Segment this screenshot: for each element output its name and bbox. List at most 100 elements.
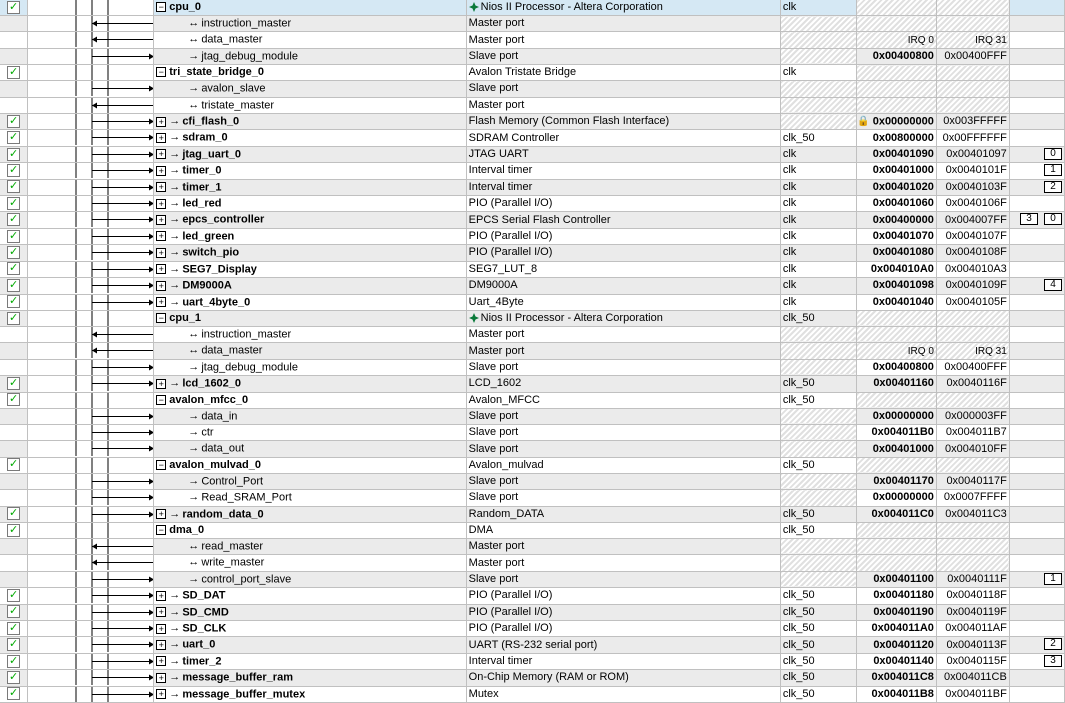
connection-wires[interactable] [28, 571, 154, 587]
module-name[interactable]: −cpu_0 [154, 0, 466, 16]
clock-domain[interactable]: clk_50 [780, 376, 856, 392]
checkbox-icon[interactable]: ✓ [7, 131, 20, 144]
base-address[interactable] [857, 310, 937, 326]
clock-domain[interactable] [780, 555, 856, 571]
checkbox-icon[interactable]: ✓ [7, 295, 20, 308]
base-address[interactable] [857, 0, 937, 16]
irq-cell[interactable] [1009, 588, 1064, 604]
irq-cell[interactable]: 3 [1009, 653, 1064, 669]
enable-checkbox-cell[interactable]: ✓ [0, 212, 28, 228]
module-name[interactable]: ↔ instruction_master [154, 326, 466, 342]
component-row[interactable]: ↔ tristate_masterMaster port [0, 97, 1065, 113]
enable-checkbox-cell[interactable]: ✓ [0, 130, 28, 146]
clock-domain[interactable] [780, 326, 856, 342]
enable-checkbox-cell[interactable]: ✓ [0, 604, 28, 620]
connection-wires[interactable] [28, 48, 154, 64]
component-row[interactable]: → avalon_slaveSlave port [0, 81, 1065, 97]
connection-wires[interactable] [28, 179, 154, 195]
base-address[interactable]: 0x004011C0 [857, 506, 937, 522]
irq-cell[interactable] [1009, 457, 1064, 473]
irq-cell[interactable] [1009, 538, 1064, 554]
module-name[interactable]: +→ sdram_0 [154, 130, 466, 146]
tree-toggle-icon[interactable]: + [156, 591, 166, 601]
component-row[interactable]: ✓−tri_state_bridge_0Avalon Tristate Brid… [0, 65, 1065, 81]
irq-cell[interactable] [1009, 97, 1064, 113]
connection-wires[interactable] [28, 212, 154, 228]
clock-domain[interactable]: clk [780, 212, 856, 228]
checkbox-icon[interactable]: ✓ [7, 164, 20, 177]
base-address[interactable]: 0x004010A0 [857, 261, 937, 277]
irq-cell[interactable] [1009, 16, 1064, 32]
connection-wires[interactable] [28, 81, 154, 97]
enable-checkbox-cell[interactable]: ✓ [0, 294, 28, 310]
connection-wires[interactable] [28, 359, 154, 375]
component-row[interactable]: ✓+→ SD_DATPIO (Parallel I/O)clk_500x0040… [0, 588, 1065, 604]
clock-domain[interactable]: clk [780, 294, 856, 310]
enable-checkbox-cell[interactable]: ✓ [0, 163, 28, 179]
tree-toggle-icon[interactable]: + [156, 133, 166, 143]
connection-wires[interactable] [28, 376, 154, 392]
module-name[interactable]: +→ uart_4byte_0 [154, 294, 466, 310]
base-address[interactable]: 0x00401180 [857, 588, 937, 604]
component-row[interactable]: → jtag_debug_moduleSlave port0x004008000… [0, 359, 1065, 375]
module-name[interactable]: +→ SD_DAT [154, 588, 466, 604]
enable-checkbox-cell[interactable]: ✓ [0, 261, 28, 277]
clock-domain[interactable]: clk_50 [780, 653, 856, 669]
connection-wires[interactable] [28, 392, 154, 408]
module-name[interactable]: ↔ instruction_master [154, 16, 466, 32]
irq-cell[interactable]: 2 [1009, 179, 1064, 195]
base-address[interactable]: 0x00401040 [857, 294, 937, 310]
base-address[interactable]: 0x00401000 [857, 163, 937, 179]
irq-number[interactable]: 0 [1044, 148, 1062, 160]
tree-toggle-icon[interactable]: + [156, 248, 166, 258]
tree-toggle-icon[interactable]: − [156, 525, 166, 535]
clock-domain[interactable] [780, 473, 856, 489]
component-row[interactable]: ✓+→ led_redPIO (Parallel I/O)clk0x004010… [0, 196, 1065, 212]
component-row[interactable]: → Control_PortSlave port0x004011700x0040… [0, 473, 1065, 489]
connection-wires[interactable] [28, 473, 154, 489]
base-address[interactable] [857, 522, 937, 538]
tree-toggle-icon[interactable]: + [156, 379, 166, 389]
base-address[interactable]: 0x00401140 [857, 653, 937, 669]
base-address[interactable] [857, 326, 937, 342]
irq-number[interactable]: 1 [1044, 164, 1062, 176]
enable-checkbox-cell[interactable]: ✓ [0, 310, 28, 326]
irq-cell[interactable] [1009, 65, 1064, 81]
irq-cell[interactable] [1009, 490, 1064, 506]
component-row[interactable]: ✓+→ jtag_uart_0JTAG UARTclk0x004010900x0… [0, 146, 1065, 162]
component-row[interactable]: → data_outSlave port0x004010000x004010FF [0, 441, 1065, 457]
enable-checkbox-cell[interactable] [0, 555, 28, 571]
module-name[interactable]: +→ cfi_flash_0 [154, 114, 466, 130]
checkbox-icon[interactable]: ✓ [7, 638, 20, 651]
irq-number[interactable]: 1 [1044, 573, 1062, 585]
clock-domain[interactable]: clk_50 [780, 637, 856, 653]
enable-checkbox-cell[interactable] [0, 81, 28, 97]
checkbox-icon[interactable]: ✓ [7, 66, 20, 79]
tree-toggle-icon[interactable]: + [156, 509, 166, 519]
enable-checkbox-cell[interactable] [0, 571, 28, 587]
component-row[interactable]: ↔ data_masterMaster portIRQ 0IRQ 31 [0, 343, 1065, 359]
clock-domain[interactable]: clk_50 [780, 670, 856, 686]
checkbox-icon[interactable]: ✓ [7, 524, 20, 537]
irq-cell[interactable] [1009, 261, 1064, 277]
component-row[interactable]: ✓+→ epcs_controllerEPCS Serial Flash Con… [0, 212, 1065, 228]
component-row[interactable]: ✓+→ SEG7_DisplaySEG7_LUT_8clk0x004010A00… [0, 261, 1065, 277]
enable-checkbox-cell[interactable]: ✓ [0, 670, 28, 686]
component-row[interactable]: ✓+→ message_buffer_mutexMutexclk_500x004… [0, 686, 1065, 702]
base-address[interactable] [857, 81, 937, 97]
clock-domain[interactable]: clk [780, 65, 856, 81]
tree-toggle-icon[interactable]: − [156, 395, 166, 405]
irq-cell[interactable] [1009, 196, 1064, 212]
clock-domain[interactable] [780, 408, 856, 424]
enable-checkbox-cell[interactable]: ✓ [0, 392, 28, 408]
clock-domain[interactable]: clk_50 [780, 310, 856, 326]
component-row[interactable]: ✓+→ timer_0Interval timerclk0x004010000x… [0, 163, 1065, 179]
component-table[interactable]: ✓−cpu_0Nios II Processor - Altera Corpor… [0, 0, 1065, 703]
clock-domain[interactable]: clk_50 [780, 686, 856, 702]
base-address[interactable]: 0x00401080 [857, 245, 937, 261]
module-name[interactable]: → data_out [154, 441, 466, 457]
tree-toggle-icon[interactable]: − [156, 2, 166, 12]
component-row[interactable]: ✓+→ DM9000ADM9000Aclk0x004010980x0040109… [0, 278, 1065, 294]
clock-domain[interactable]: clk [780, 196, 856, 212]
component-row[interactable]: ✓+→ timer_2Interval timerclk_500x0040114… [0, 653, 1065, 669]
